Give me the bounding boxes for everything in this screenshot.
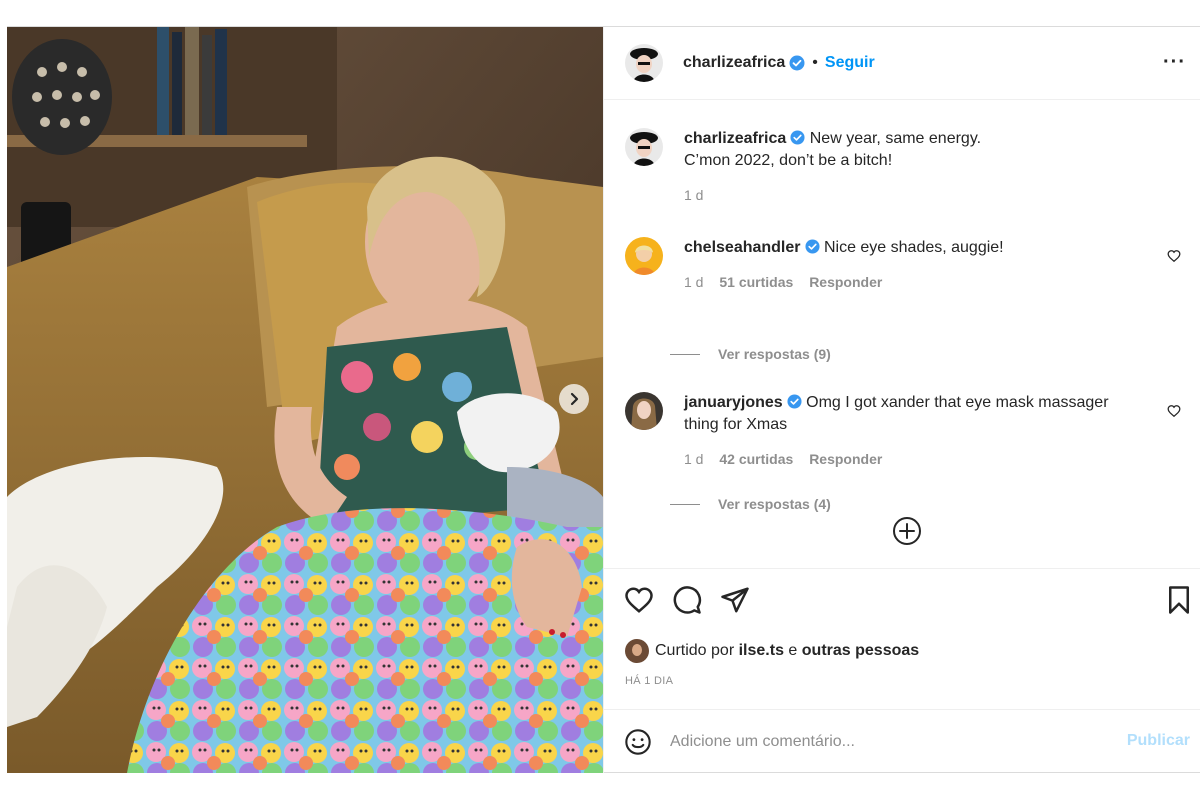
comment-time[interactable]: 1 d [684,274,703,290]
comment-like-heart-icon[interactable] [1167,249,1181,263]
comment-meta: 1 d 51 curtidas Responder [684,271,1154,293]
liked-by-prefix: Curtido por [655,642,735,659]
post-actions: Curtido por ilse.ts e outras pessoas HÁ … [604,568,1200,709]
comment-input[interactable] [670,732,1110,751]
post-side-panel: charlizeafrica • Seguir ··· charlizeafri… [603,27,1200,773]
verified-badge-icon [789,55,805,71]
comment-meta: 1 d 42 curtidas Responder [684,448,1154,470]
verified-badge-icon [790,130,805,145]
comment-text-line2: thing for Xmas [684,416,788,433]
comment-body: chelseahandler Nice eye shades, auggie! … [684,237,1154,293]
view-replies-label: Ver respostas (9) [718,346,831,362]
emoji-icon[interactable] [624,728,652,756]
caption-avatar[interactable] [625,128,663,166]
view-replies-label: Ver respostas (4) [718,496,831,512]
comment-time[interactable]: 1 d [684,451,703,467]
comment-like-heart-icon[interactable] [1167,404,1181,418]
follow-button[interactable]: Seguir [825,54,875,72]
publish-button[interactable]: Publicar [1127,732,1190,750]
comment-text: Nice eye shades, auggie! [823,239,1004,256]
heart-icon[interactable] [624,585,654,615]
caption-body: charlizeafrica New year, same energy. C’… [684,128,1154,206]
liked-by-conj: e [788,642,798,659]
replies-divider [670,503,700,505]
commenter-avatar[interactable] [625,392,663,430]
post-image [7,27,603,773]
liked-by: Curtido por ilse.ts e outras pessoas [625,639,919,663]
comment-icon[interactable] [672,585,702,615]
verified-badge-icon [804,239,820,254]
comment-username[interactable]: chelseahandler [684,239,801,256]
other-likers-link[interactable]: outras pessoas [802,642,919,660]
reply-button[interactable]: Responder [809,274,882,290]
comment-likes[interactable]: 51 curtidas [719,274,793,290]
comment-username[interactable]: charlizeafrica [684,130,786,147]
author-avatar[interactable] [625,44,663,82]
comment-time[interactable]: 1 d [684,187,703,203]
separator-dot: • [812,54,818,71]
plus-circle-icon[interactable] [892,516,922,546]
comment-body: januaryjones Omg I got xander that eye m… [684,392,1154,470]
replies-divider [670,353,700,355]
view-replies-button[interactable]: Ver respostas (9) [670,346,831,362]
post-timestamp[interactable]: HÁ 1 DIA [625,675,673,687]
view-replies-button[interactable]: Ver respostas (4) [670,496,831,512]
comments-list: charlizeafrica New year, same energy. C’… [604,100,1200,568]
comment-text-line1: Omg I got xander that eye mask massager [806,394,1109,411]
post-header: charlizeafrica • Seguir ··· [604,27,1200,100]
comment-username[interactable]: januaryjones [684,394,783,411]
chevron-right-icon [570,392,579,406]
instagram-post: charlizeafrica • Seguir ··· charlizeafri… [7,26,1200,773]
post-photo[interactable] [7,27,603,773]
comment-meta: 1 d [684,184,1154,206]
share-icon[interactable] [720,585,750,615]
liker-username[interactable]: ilse.ts [739,642,784,660]
caption-text-line2: C’mon 2022, don’t be a bitch! [684,152,893,169]
caption-text-line1: New year, same energy. [809,130,982,147]
verified-badge-icon [787,394,802,409]
commenter-avatar[interactable] [625,237,663,275]
bookmark-icon[interactable] [1164,585,1194,615]
next-photo-button[interactable] [559,384,589,414]
comment-likes[interactable]: 42 curtidas [719,451,793,467]
more-options-button[interactable]: ··· [1163,51,1186,74]
author-username[interactable]: charlizeafrica [683,54,785,72]
liker-avatar[interactable] [625,639,649,663]
comment-composer: Publicar [604,709,1200,773]
reply-button[interactable]: Responder [809,451,882,467]
